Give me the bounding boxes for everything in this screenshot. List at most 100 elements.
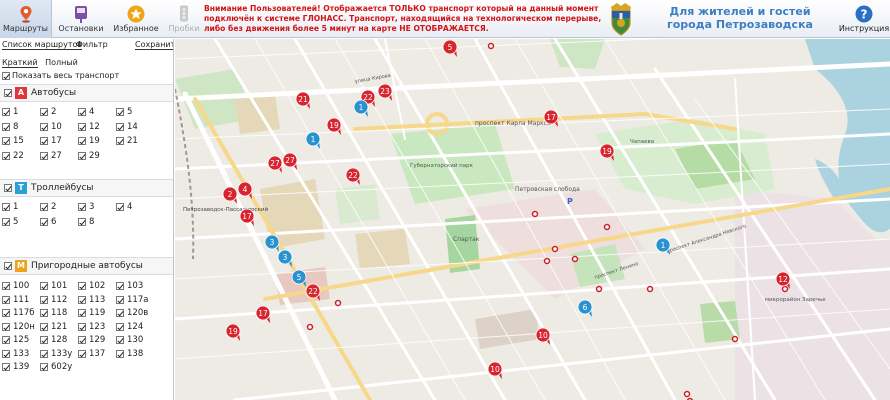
route-toggle-bus[interactable]: 2: [40, 107, 56, 117]
route-toggle-bus[interactable]: 5: [116, 107, 132, 117]
bus-marker[interactable]: 23: [377, 83, 393, 101]
trolleybus-marker[interactable]: 6: [577, 299, 593, 317]
route-toggle-suburban[interactable]: 123: [78, 322, 105, 332]
group-checkbox-buses[interactable]: [4, 89, 12, 97]
route-toggle-suburban[interactable]: 130: [116, 335, 143, 345]
route-toggle-trolleybus[interactable]: 4: [116, 202, 132, 212]
route-toggle-suburban[interactable]: 138: [116, 349, 143, 359]
route-checkbox[interactable]: [2, 122, 10, 131]
route-toggle-suburban[interactable]: 117a: [116, 295, 148, 305]
route-toggle-bus[interactable]: 21: [116, 136, 138, 146]
route-toggle-bus[interactable]: 15: [2, 136, 24, 146]
tab-route-list[interactable]: Список маршрутов: [2, 40, 83, 50]
route-toggle-suburban[interactable]: 119: [78, 308, 105, 318]
group-checkbox-trolleybuses[interactable]: [4, 184, 12, 192]
route-checkbox[interactable]: [78, 108, 86, 116]
route-checkbox[interactable]: [2, 363, 10, 371]
route-checkbox[interactable]: [78, 203, 86, 211]
route-toggle-bus[interactable]: 10: [40, 122, 62, 132]
route-toggle-suburban[interactable]: 103: [116, 281, 143, 291]
city-map[interactable]: проспект Карла Маркса Губернаторский пар…: [175, 39, 890, 400]
bus-marker[interactable]: 5: [442, 39, 458, 57]
route-toggle-trolleybus[interactable]: 3: [78, 202, 94, 212]
route-toggle-suburban[interactable]: 101: [40, 281, 67, 291]
route-checkbox[interactable]: [40, 217, 48, 226]
route-toggle-suburban[interactable]: 121: [40, 322, 67, 332]
route-toggle-bus[interactable]: 22: [2, 151, 24, 161]
route-checkbox[interactable]: [78, 151, 86, 160]
route-toggle-bus[interactable]: 27: [40, 151, 62, 161]
route-checkbox[interactable]: [40, 282, 48, 290]
route-toggle-suburban[interactable]: 128: [40, 335, 67, 345]
mode-short-link[interactable]: Краткий: [2, 58, 38, 68]
route-checkbox[interactable]: [2, 137, 10, 145]
route-checkbox[interactable]: [2, 309, 10, 317]
route-checkbox[interactable]: [116, 137, 124, 145]
route-toggle-suburban[interactable]: 124: [116, 322, 143, 332]
route-toggle-trolleybus[interactable]: 5: [2, 217, 18, 227]
route-checkbox[interactable]: [2, 349, 10, 358]
route-toggle-suburban[interactable]: 139: [2, 362, 29, 372]
route-checkbox[interactable]: [78, 137, 86, 145]
route-toggle-suburban[interactable]: 137: [78, 349, 105, 359]
route-toggle-bus[interactable]: 12: [78, 122, 100, 132]
route-checkbox[interactable]: [78, 282, 86, 290]
route-checkbox[interactable]: [40, 203, 48, 211]
route-checkbox[interactable]: [40, 363, 48, 371]
route-toggle-suburban[interactable]: 111: [2, 295, 29, 305]
route-checkbox[interactable]: [116, 108, 124, 116]
route-checkbox[interactable]: [116, 349, 124, 358]
help-button[interactable]: ? Инструкция: [838, 0, 890, 38]
route-checkbox[interactable]: [116, 295, 124, 304]
route-toggle-suburban[interactable]: 118: [40, 308, 67, 318]
route-toggle-trolleybus[interactable]: 1: [2, 202, 18, 212]
route-toggle-suburban[interactable]: 102: [78, 281, 105, 291]
tab-filter[interactable]: Фильтр: [76, 40, 108, 49]
route-toggle-bus[interactable]: 4: [78, 107, 94, 117]
route-checkbox[interactable]: [116, 282, 124, 290]
route-checkbox[interactable]: [116, 309, 124, 317]
route-checkbox[interactable]: [116, 322, 124, 331]
mode-full-link[interactable]: Полный: [45, 58, 78, 67]
route-toggle-suburban[interactable]: 125: [2, 335, 29, 345]
route-checkbox[interactable]: [40, 309, 48, 317]
show-all-checkbox[interactable]: [2, 71, 10, 80]
route-toggle-bus[interactable]: 29: [78, 151, 100, 161]
route-toggle-bus[interactable]: 14: [116, 122, 138, 132]
route-toggle-trolleybus[interactable]: 2: [40, 202, 56, 212]
route-checkbox[interactable]: [40, 295, 48, 304]
show-all-toggle[interactable]: Показать весь транспорт: [2, 71, 119, 80]
route-checkbox[interactable]: [78, 322, 86, 331]
save-button[interactable]: Сохранить: [135, 40, 173, 50]
route-checkbox[interactable]: [2, 336, 10, 344]
route-checkbox[interactable]: [40, 322, 48, 331]
route-toggle-suburban[interactable]: 120н: [2, 322, 35, 332]
route-toggle-suburban[interactable]: 129: [78, 335, 105, 345]
route-checkbox[interactable]: [2, 108, 10, 116]
route-checkbox[interactable]: [40, 137, 48, 145]
group-header-suburban[interactable]: М Пригородные автобусы: [0, 257, 173, 275]
route-toggle-suburban[interactable]: 117б: [2, 308, 34, 318]
route-checkbox[interactable]: [2, 203, 10, 211]
group-header-trolleybuses[interactable]: Т Троллейбусы: [0, 179, 173, 197]
route-checkbox[interactable]: [40, 336, 48, 344]
route-checkbox[interactable]: [78, 336, 86, 344]
route-checkbox[interactable]: [40, 108, 48, 116]
group-header-buses[interactable]: А Автобусы: [0, 84, 173, 102]
route-checkbox[interactable]: [78, 349, 86, 358]
route-toggle-bus[interactable]: 1: [2, 107, 18, 117]
route-toggle-suburban[interactable]: 602у: [40, 362, 72, 372]
route-checkbox[interactable]: [40, 349, 48, 358]
route-checkbox[interactable]: [116, 336, 124, 344]
route-toggle-suburban[interactable]: 113: [78, 295, 105, 305]
route-checkbox[interactable]: [2, 151, 10, 160]
bus-marker[interactable]: 17: [255, 305, 271, 323]
stops-tab[interactable]: Остановки: [53, 0, 109, 38]
route-checkbox[interactable]: [2, 217, 10, 226]
trolleybus-marker[interactable]: 3: [264, 234, 280, 252]
route-toggle-bus[interactable]: 17: [40, 136, 62, 146]
route-toggle-trolleybus[interactable]: 6: [40, 217, 56, 227]
route-checkbox[interactable]: [78, 309, 86, 317]
route-checkbox[interactable]: [116, 122, 124, 131]
route-toggle-suburban[interactable]: 120в: [116, 308, 148, 318]
